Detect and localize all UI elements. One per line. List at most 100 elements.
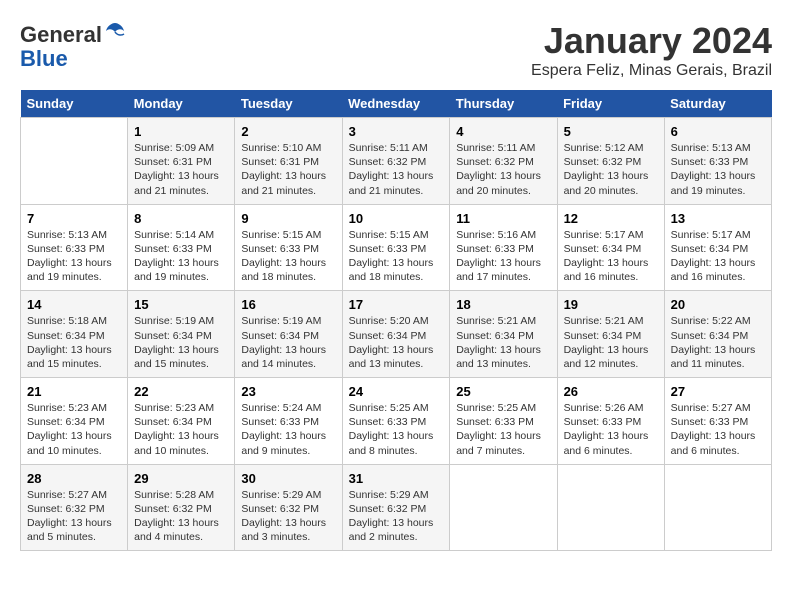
day-number: 29 <box>134 471 228 486</box>
day-info: Sunrise: 5:27 AMSunset: 6:32 PMDaylight:… <box>27 488 121 545</box>
day-number: 19 <box>564 297 658 312</box>
weekday-header-tuesday: Tuesday <box>235 90 342 118</box>
day-number: 14 <box>27 297 121 312</box>
logo-bird-icon <box>104 20 126 42</box>
day-info: Sunrise: 5:21 AMSunset: 6:34 PMDaylight:… <box>456 314 550 371</box>
day-number: 26 <box>564 384 658 399</box>
calendar-cell: 13 Sunrise: 5:17 AMSunset: 6:34 PMDayligh… <box>664 204 771 291</box>
day-info: Sunrise: 5:29 AMSunset: 6:32 PMDaylight:… <box>241 488 335 545</box>
calendar-week-row: 1 Sunrise: 5:09 AMSunset: 6:31 PMDaylight… <box>21 118 772 205</box>
calendar-cell: 8Sunrise: 5:14 AMSunset: 6:33 PMDaylight… <box>128 204 235 291</box>
day-info: Sunrise: 5:17 AMSunset: 6:34 PMDaylight:… <box>564 228 658 285</box>
calendar-week-row: 21Sunrise: 5:23 AMSunset: 6:34 PMDayligh… <box>21 378 772 465</box>
day-number: 11 <box>456 211 550 226</box>
day-info: Sunrise: 5:19 AMSunset: 6:34 PMDaylight:… <box>134 314 228 371</box>
calendar-cell: 10Sunrise: 5:15 AMSunset: 6:33 PMDayligh… <box>342 204 450 291</box>
day-info: Sunrise: 5:10 AMSunset: 6:31 PMDaylight:… <box>241 141 335 198</box>
day-info: Sunrise: 5:24 AMSunset: 6:33 PMDaylight:… <box>241 401 335 458</box>
calendar-cell: 17 Sunrise: 5:20 AMSunset: 6:34 PMDayligh… <box>342 291 450 378</box>
day-info: Sunrise: 5:17 AMSunset: 6:34 PMDaylight:… <box>671 228 765 285</box>
calendar-cell <box>450 464 557 551</box>
day-number: 17 <box>349 297 444 312</box>
title-area: January 2024 Espera Feliz, Minas Gerais,… <box>531 20 772 80</box>
day-number: 4 <box>456 124 550 139</box>
calendar-cell: 12Sunrise: 5:17 AMSunset: 6:34 PMDayligh… <box>557 204 664 291</box>
day-number: 25 <box>456 384 550 399</box>
calendar-cell: 24 Sunrise: 5:25 AMSunset: 6:33 PMDayligh… <box>342 378 450 465</box>
day-info: Sunrise: 5:09 AMSunset: 6:31 PMDaylight:… <box>134 141 228 198</box>
day-number: 23 <box>241 384 335 399</box>
calendar-cell: 29Sunrise: 5:28 AMSunset: 6:32 PMDayligh… <box>128 464 235 551</box>
calendar-cell: 16 Sunrise: 5:19 AMSunset: 6:34 PMDayligh… <box>235 291 342 378</box>
weekday-header-row: SundayMondayTuesdayWednesdayThursdayFrid… <box>21 90 772 118</box>
calendar-cell: 9 Sunrise: 5:15 AMSunset: 6:33 PMDaylight… <box>235 204 342 291</box>
day-info: Sunrise: 5:29 AMSunset: 6:32 PMDaylight:… <box>349 488 444 545</box>
day-info: Sunrise: 5:23 AMSunset: 6:34 PMDaylight:… <box>27 401 121 458</box>
location-title: Espera Feliz, Minas Gerais, Brazil <box>531 62 772 80</box>
calendar-cell: 25 Sunrise: 5:25 AMSunset: 6:33 PMDayligh… <box>450 378 557 465</box>
day-number: 16 <box>241 297 335 312</box>
logo-general: General <box>20 22 102 47</box>
calendar-cell: 22 Sunrise: 5:23 AMSunset: 6:34 PMDayligh… <box>128 378 235 465</box>
calendar-cell: 19Sunrise: 5:21 AMSunset: 6:34 PMDayligh… <box>557 291 664 378</box>
day-number: 28 <box>27 471 121 486</box>
day-info: Sunrise: 5:11 AMSunset: 6:32 PMDaylight:… <box>456 141 550 198</box>
day-info: Sunrise: 5:22 AMSunset: 6:34 PMDaylight:… <box>671 314 765 371</box>
day-info: Sunrise: 5:27 AMSunset: 6:33 PMDaylight:… <box>671 401 765 458</box>
day-info: Sunrise: 5:20 AMSunset: 6:34 PMDaylight:… <box>349 314 444 371</box>
day-info: Sunrise: 5:25 AMSunset: 6:33 PMDaylight:… <box>456 401 550 458</box>
calendar-cell: 2 Sunrise: 5:10 AMSunset: 6:31 PMDaylight… <box>235 118 342 205</box>
day-number: 6 <box>671 124 765 139</box>
day-info: Sunrise: 5:25 AMSunset: 6:33 PMDaylight:… <box>349 401 444 458</box>
day-number: 24 <box>349 384 444 399</box>
day-number: 1 <box>134 124 228 139</box>
calendar-cell: 31Sunrise: 5:29 AMSunset: 6:32 PMDayligh… <box>342 464 450 551</box>
calendar-cell: 18 Sunrise: 5:21 AMSunset: 6:34 PMDayligh… <box>450 291 557 378</box>
calendar-cell <box>557 464 664 551</box>
day-info: Sunrise: 5:16 AMSunset: 6:33 PMDaylight:… <box>456 228 550 285</box>
day-info: Sunrise: 5:19 AMSunset: 6:34 PMDaylight:… <box>241 314 335 371</box>
page-header: General Blue January 2024 Espera Feliz, … <box>20 20 772 80</box>
weekday-header-friday: Friday <box>557 90 664 118</box>
calendar-table: SundayMondayTuesdayWednesdayThursdayFrid… <box>20 90 772 551</box>
day-number: 18 <box>456 297 550 312</box>
day-number: 2 <box>241 124 335 139</box>
calendar-week-row: 7 Sunrise: 5:13 AMSunset: 6:33 PMDaylight… <box>21 204 772 291</box>
day-number: 13 <box>671 211 765 226</box>
calendar-cell: 26 Sunrise: 5:26 AMSunset: 6:33 PMDayligh… <box>557 378 664 465</box>
weekday-header-saturday: Saturday <box>664 90 771 118</box>
month-title: January 2024 <box>531 20 772 62</box>
calendar-cell: 6Sunrise: 5:13 AMSunset: 6:33 PMDaylight… <box>664 118 771 205</box>
calendar-cell: 20Sunrise: 5:22 AMSunset: 6:34 PMDayligh… <box>664 291 771 378</box>
day-info: Sunrise: 5:15 AMSunset: 6:33 PMDaylight:… <box>349 228 444 285</box>
calendar-cell: 27Sunrise: 5:27 AMSunset: 6:33 PMDayligh… <box>664 378 771 465</box>
calendar-week-row: 14Sunrise: 5:18 AMSunset: 6:34 PMDayligh… <box>21 291 772 378</box>
weekday-header-thursday: Thursday <box>450 90 557 118</box>
calendar-cell: 3 Sunrise: 5:11 AMSunset: 6:32 PMDaylight… <box>342 118 450 205</box>
calendar-cell: 5Sunrise: 5:12 AMSunset: 6:32 PMDaylight… <box>557 118 664 205</box>
day-number: 9 <box>241 211 335 226</box>
calendar-cell <box>664 464 771 551</box>
calendar-cell: 1 Sunrise: 5:09 AMSunset: 6:31 PMDaylight… <box>128 118 235 205</box>
day-info: Sunrise: 5:15 AMSunset: 6:33 PMDaylight:… <box>241 228 335 285</box>
day-number: 3 <box>349 124 444 139</box>
logo: General Blue <box>20 20 126 71</box>
weekday-header-monday: Monday <box>128 90 235 118</box>
logo-blue: Blue <box>20 46 68 71</box>
calendar-cell: 11 Sunrise: 5:16 AMSunset: 6:33 PMDayligh… <box>450 204 557 291</box>
weekday-header-wednesday: Wednesday <box>342 90 450 118</box>
day-number: 22 <box>134 384 228 399</box>
calendar-cell: 7 Sunrise: 5:13 AMSunset: 6:33 PMDaylight… <box>21 204 128 291</box>
calendar-cell: 23 Sunrise: 5:24 AMSunset: 6:33 PMDayligh… <box>235 378 342 465</box>
calendar-cell <box>21 118 128 205</box>
calendar-cell: 4 Sunrise: 5:11 AMSunset: 6:32 PMDaylight… <box>450 118 557 205</box>
day-info: Sunrise: 5:13 AMSunset: 6:33 PMDaylight:… <box>27 228 121 285</box>
day-info: Sunrise: 5:11 AMSunset: 6:32 PMDaylight:… <box>349 141 444 198</box>
calendar-cell: 21Sunrise: 5:23 AMSunset: 6:34 PMDayligh… <box>21 378 128 465</box>
day-info: Sunrise: 5:26 AMSunset: 6:33 PMDaylight:… <box>564 401 658 458</box>
day-number: 30 <box>241 471 335 486</box>
calendar-cell: 30 Sunrise: 5:29 AMSunset: 6:32 PMDayligh… <box>235 464 342 551</box>
day-info: Sunrise: 5:23 AMSunset: 6:34 PMDaylight:… <box>134 401 228 458</box>
day-number: 7 <box>27 211 121 226</box>
day-number: 8 <box>134 211 228 226</box>
